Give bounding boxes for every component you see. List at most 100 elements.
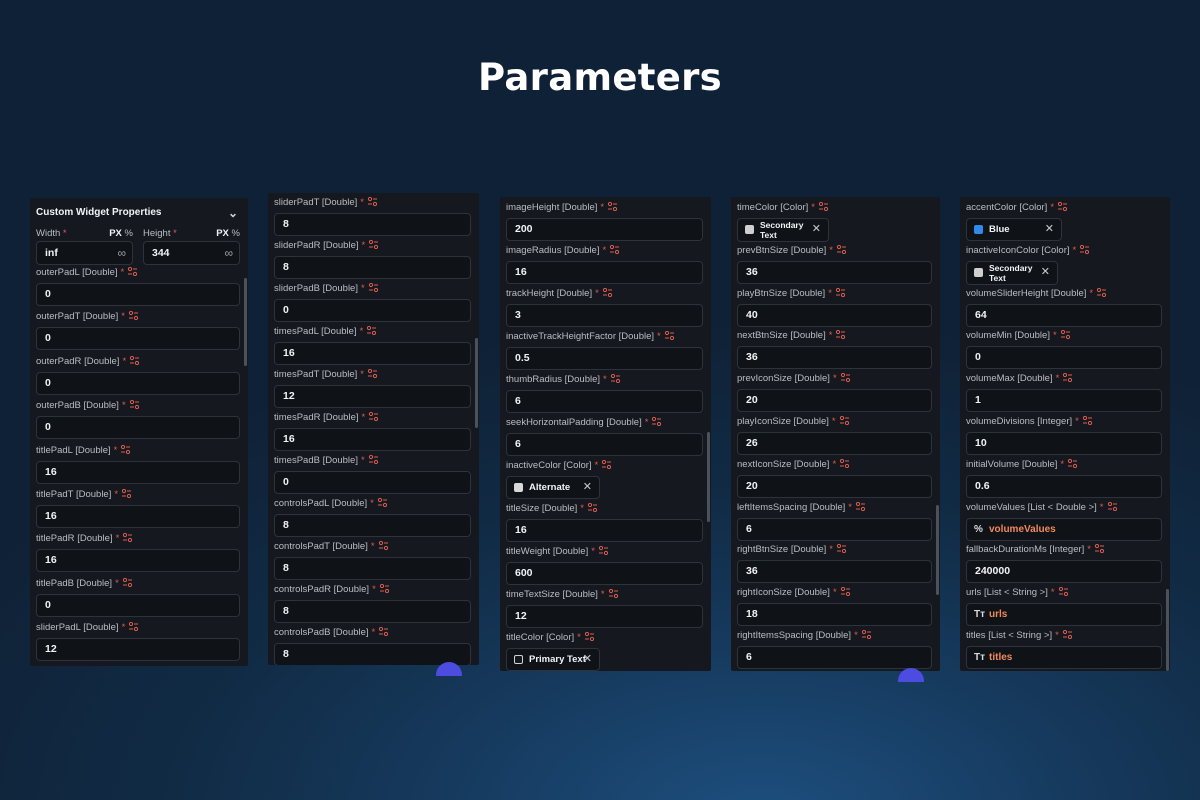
tune-settings-icon[interactable] (836, 244, 847, 254)
param-input[interactable]: 0 (966, 346, 1162, 370)
param-input[interactable]: 36 (737, 260, 932, 284)
height-unit[interactable]: PX % (216, 228, 240, 239)
tune-settings-icon[interactable] (861, 629, 872, 640)
close-icon[interactable]: ✕ (1041, 262, 1050, 283)
scrollbar[interactable] (244, 278, 247, 366)
param-input[interactable]: 16 (274, 428, 471, 451)
param-input[interactable]: 16 (36, 549, 240, 573)
color-chip[interactable]: Secondary Text ✕ (966, 260, 1058, 285)
close-icon[interactable]: ✕ (583, 649, 592, 670)
tune-settings-icon[interactable] (1107, 501, 1118, 511)
param-input[interactable]: 16 (506, 261, 703, 284)
variable-input[interactable]: Tт titles (966, 646, 1162, 669)
param-input[interactable]: 16 (36, 460, 240, 484)
tune-settings-icon[interactable] (601, 459, 612, 470)
param-input[interactable]: 6 (506, 433, 703, 456)
param-input[interactable]: 64 (966, 303, 1162, 327)
tune-settings-icon[interactable] (651, 416, 662, 427)
param-input[interactable]: 600 (506, 562, 703, 585)
tune-settings-icon[interactable] (839, 415, 850, 426)
tune-settings-icon[interactable] (120, 444, 131, 454)
tune-settings-icon[interactable] (584, 631, 595, 642)
scrollbar[interactable] (936, 505, 939, 595)
param-input[interactable]: 0 (36, 283, 240, 306)
color-chip[interactable]: Secondary Text ✕ (737, 218, 829, 242)
variable-input[interactable]: Tт urls (966, 603, 1162, 627)
tune-settings-icon[interactable] (377, 497, 388, 508)
param-input[interactable]: 8 (274, 213, 471, 236)
param-input[interactable]: 26 (737, 432, 932, 455)
param-input[interactable]: 8 (274, 557, 471, 580)
param-input[interactable]: 200 (506, 218, 703, 241)
param-input[interactable]: 8 (274, 643, 471, 665)
variable-input[interactable]: % volumeValues (966, 517, 1162, 541)
param-input[interactable]: 36 (737, 346, 932, 370)
tune-settings-icon[interactable] (607, 201, 618, 212)
param-input[interactable]: 20 (737, 389, 932, 413)
tune-settings-icon[interactable] (368, 239, 379, 250)
param-input[interactable]: 0 (274, 299, 471, 322)
param-input[interactable]: 6 (737, 646, 932, 669)
tune-settings-icon[interactable] (836, 544, 847, 554)
tune-settings-icon[interactable] (366, 325, 377, 336)
tune-settings-icon[interactable] (1094, 544, 1105, 554)
param-input[interactable]: 0 (274, 471, 471, 494)
tune-settings-icon[interactable] (378, 626, 389, 637)
tune-settings-icon[interactable] (598, 545, 609, 556)
tune-settings-icon[interactable] (122, 577, 133, 587)
infinity-icon[interactable]: ∞ (224, 242, 233, 264)
tune-settings-icon[interactable] (1079, 244, 1090, 254)
tune-settings-icon[interactable] (1062, 629, 1073, 640)
color-chip[interactable]: Primary Text ✕ (506, 648, 600, 671)
tune-settings-icon[interactable] (610, 373, 621, 384)
param-input[interactable]: 12 (274, 385, 471, 408)
tune-settings-icon[interactable] (1057, 201, 1068, 212)
param-input[interactable]: 0.5 (506, 347, 703, 370)
close-icon[interactable]: ✕ (1045, 219, 1054, 240)
height-input[interactable]: 344 ∞ (143, 241, 240, 265)
width-unit[interactable]: PX % (109, 228, 133, 239)
tune-settings-icon[interactable] (1060, 330, 1071, 340)
tune-settings-icon[interactable] (1067, 458, 1078, 468)
tune-settings-icon[interactable] (379, 583, 390, 594)
tune-settings-icon[interactable] (129, 400, 140, 410)
tune-settings-icon[interactable] (818, 201, 829, 212)
tune-settings-icon[interactable] (1096, 287, 1107, 297)
tune-settings-icon[interactable] (840, 587, 851, 597)
param-input[interactable]: 12 (506, 605, 703, 628)
tune-settings-icon[interactable] (368, 411, 379, 422)
param-input[interactable]: 40 (737, 303, 932, 327)
infinity-icon[interactable]: ∞ (117, 242, 126, 264)
param-input[interactable]: 36 (737, 560, 932, 584)
scrollbar[interactable] (475, 338, 478, 428)
tune-settings-icon[interactable] (127, 266, 138, 277)
tune-settings-icon[interactable] (367, 196, 378, 207)
properties-header[interactable]: Custom Widget Properties ⌄ (36, 204, 240, 222)
param-input[interactable]: 16 (274, 342, 471, 365)
param-input[interactable]: 6 (506, 390, 703, 413)
tune-settings-icon[interactable] (367, 368, 378, 379)
param-input[interactable]: 0.6 (966, 474, 1162, 498)
param-input[interactable]: 0 (36, 371, 240, 395)
tune-settings-icon[interactable] (121, 488, 132, 499)
tune-settings-icon[interactable] (609, 244, 620, 255)
color-chip[interactable]: Blue ✕ (966, 218, 1062, 241)
tune-settings-icon[interactable] (122, 533, 133, 543)
close-icon[interactable]: ✕ (812, 219, 821, 240)
tune-settings-icon[interactable] (839, 458, 850, 468)
param-input[interactable]: 16 (506, 519, 703, 542)
tune-settings-icon[interactable] (608, 588, 619, 599)
tune-settings-icon[interactable] (602, 287, 613, 298)
param-input[interactable]: 0 (36, 416, 240, 440)
param-input[interactable]: 1 (966, 389, 1162, 413)
param-input[interactable]: 8 (274, 256, 471, 279)
param-input[interactable]: 240000 (966, 560, 1162, 584)
tune-settings-icon[interactable] (664, 330, 675, 341)
tune-settings-icon[interactable] (128, 311, 139, 321)
param-input[interactable]: 8 (274, 514, 471, 537)
tune-settings-icon[interactable] (840, 373, 851, 383)
tune-settings-icon[interactable] (1062, 373, 1073, 383)
param-input[interactable]: 0 (36, 327, 240, 351)
tune-settings-icon[interactable] (368, 282, 379, 293)
tune-settings-icon[interactable] (128, 622, 139, 632)
